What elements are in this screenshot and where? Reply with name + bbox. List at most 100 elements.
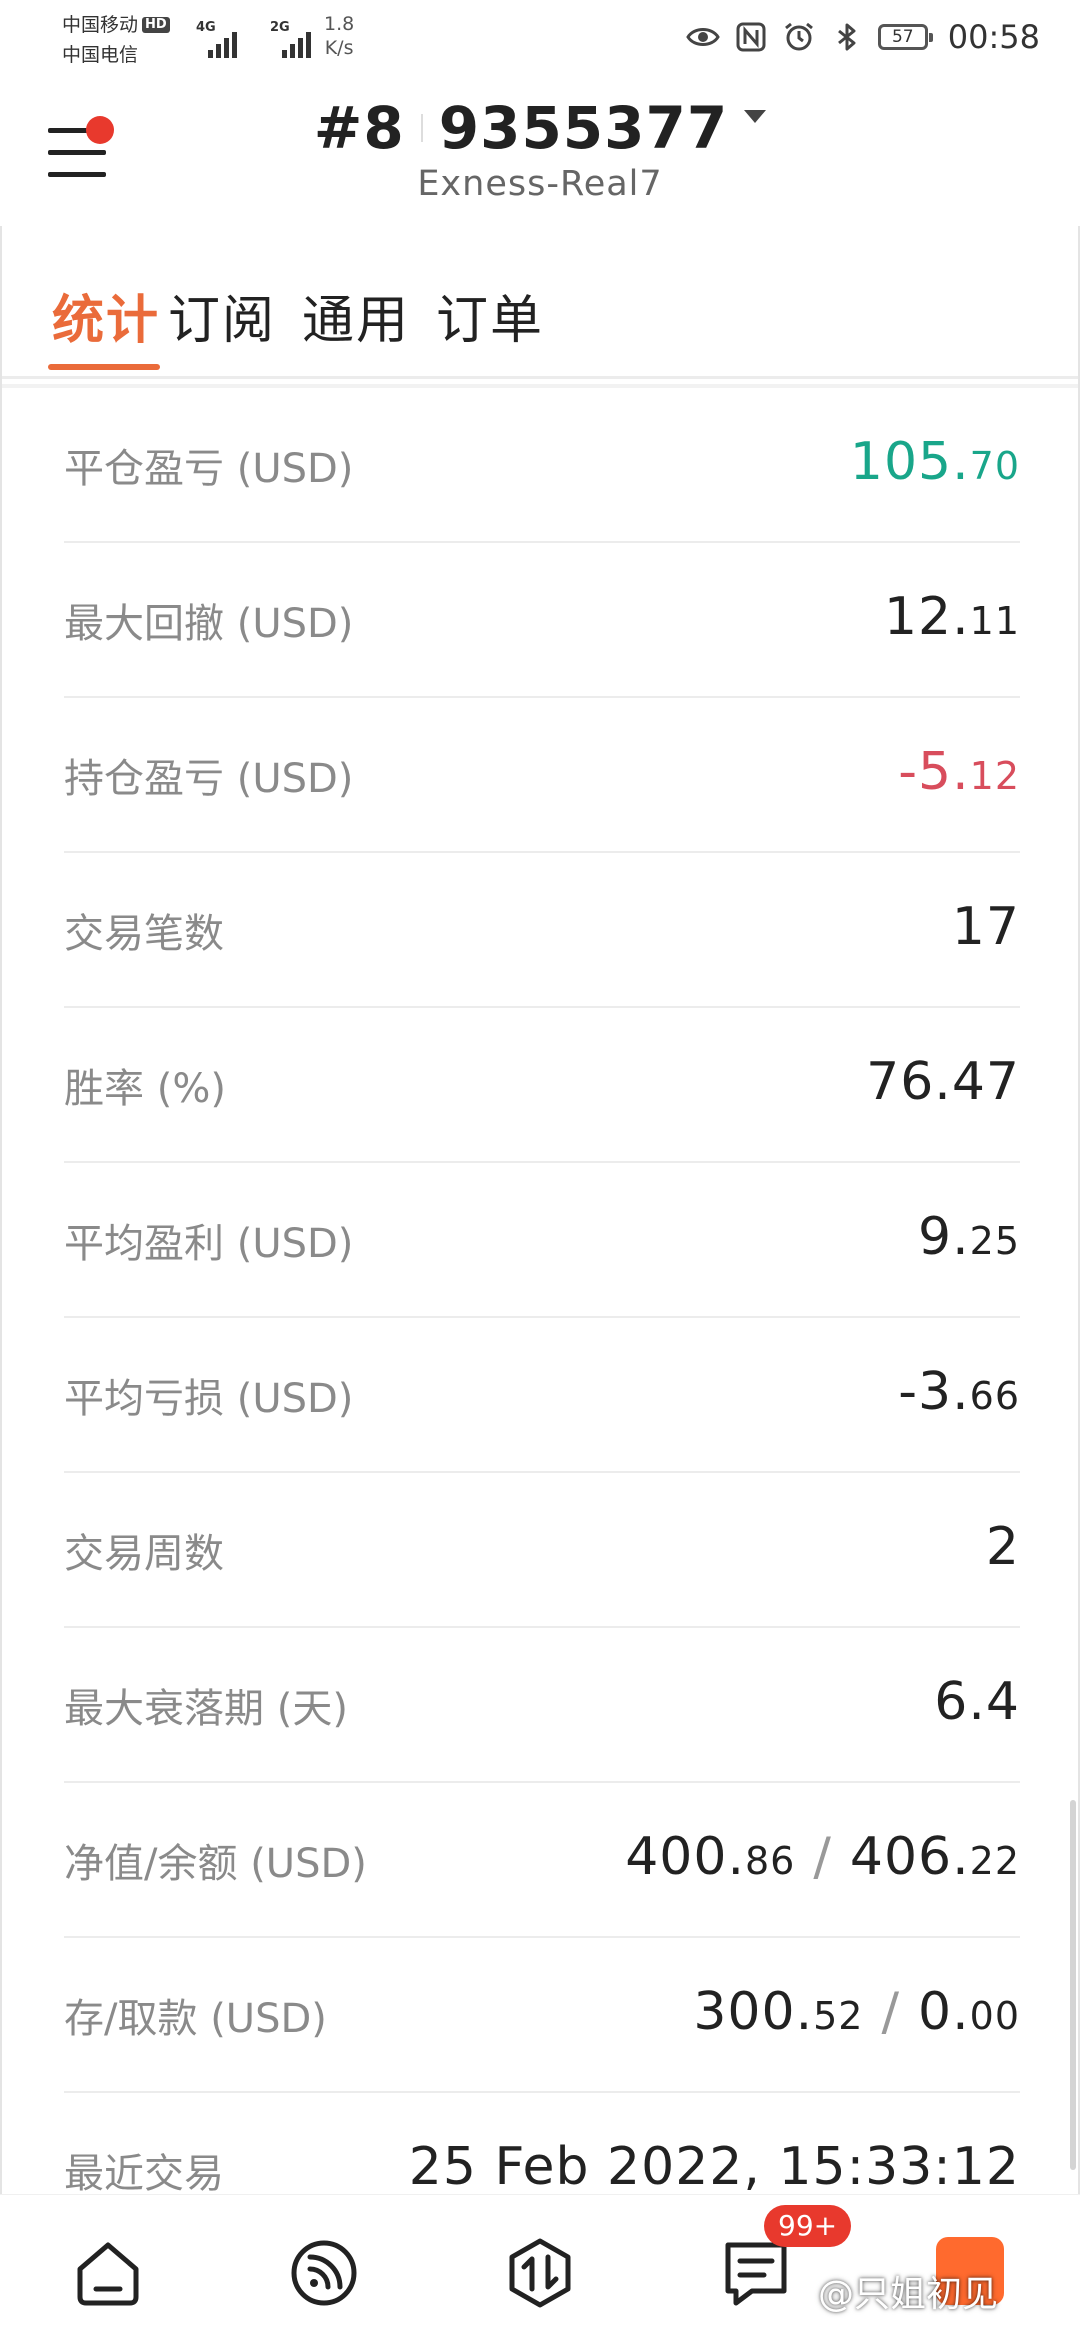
carrier-2: 中国电信: [62, 44, 139, 66]
stat-value-int: 105.: [849, 432, 970, 492]
stat-value-dec: 11: [969, 599, 1020, 643]
stat-value-dec: 25: [969, 1219, 1020, 1263]
withdrawal-dec: 00: [969, 1994, 1020, 2038]
account-divider: [420, 114, 423, 142]
stat-value: -5.12: [898, 742, 1020, 802]
stat-value: 2: [985, 1517, 1020, 1577]
signal-2-icon: 2G: [270, 18, 324, 58]
message-badge: 99+: [764, 2205, 852, 2247]
carrier-1: 中国移动: [62, 14, 139, 36]
stat-row-max-drawdown: 最大回撤 (USD) 12.11: [64, 543, 1020, 698]
watermark: @只姐初见: [818, 2274, 999, 2315]
signal-1-icon: 4G: [196, 18, 250, 58]
scrollbar[interactable]: [1070, 1800, 1076, 2170]
clock: 00:58: [947, 18, 1040, 56]
deposit-dec: 52: [813, 1994, 864, 2038]
account-prefix: #8: [313, 94, 405, 162]
stat-row-deposit-withdrawal: 存/取款 (USD) 300.52 / 0.00: [64, 1938, 1020, 2093]
network-speed-value: 1.8: [324, 13, 355, 35]
nav-trade[interactable]: [502, 2235, 578, 2311]
withdrawal-int: 0.: [918, 1982, 970, 2042]
balance-dec: 22: [969, 1839, 1020, 1883]
stat-label: 存/取款 (USD): [64, 1996, 327, 2042]
signal-indicators: 4G 2G: [196, 18, 324, 58]
tab-subscribe[interactable]: 订阅: [168, 278, 276, 353]
content-panel: 统计 订阅 通用 订单 平仓盈亏 (USD) 105.70 最大回撤 (USD)…: [0, 226, 1080, 2194]
tab-general[interactable]: 通用: [302, 278, 410, 353]
alarm-icon: [784, 22, 813, 51]
tab-orders[interactable]: 订单: [436, 278, 544, 353]
signal-icon: [291, 2240, 357, 2306]
battery-icon: 57: [877, 24, 933, 50]
account-selector[interactable]: #8 9355377 Exness-Real7: [0, 94, 1080, 204]
stat-value-int: -5.: [898, 742, 970, 802]
stat-value: 9.25: [918, 1207, 1020, 1267]
stat-row-equity-balance: 净值/余额 (USD) 400.86 / 406.22: [64, 1783, 1020, 1938]
stat-label: 持仓盈亏 (USD): [64, 756, 354, 802]
home-icon: [77, 2242, 139, 2306]
stat-value-int: -3.: [898, 1362, 970, 1422]
stat-label: 最大回撤 (USD): [64, 601, 354, 647]
stat-value-int: 9.: [918, 1207, 970, 1267]
carrier-info: 中国移动 HD 中国电信: [62, 10, 170, 70]
stat-value-dec: 70: [969, 444, 1020, 488]
stat-row-floating-pnl: 持仓盈亏 (USD) -5.12: [64, 698, 1020, 853]
equity-int: 400.: [625, 1827, 745, 1887]
account-id: 9355377: [438, 94, 729, 162]
stat-row-win-rate: 胜率 (%) 76.47: [64, 1008, 1020, 1163]
stat-label: 最近交易: [64, 2151, 224, 2194]
stat-row-last-trade: 最近交易 25 Feb 2022, 15:33:12: [64, 2093, 1020, 2194]
status-bar: 中国移动 HD 中国电信 4G 2G 1.8 K/s 57 00:58: [0, 0, 1080, 80]
trade-icon: [509, 2238, 571, 2308]
nfc-icon: [736, 22, 766, 52]
network-speed-unit: K/s: [324, 37, 354, 59]
stat-label: 最大衰落期 (天): [64, 1686, 348, 1732]
value-separator: /: [881, 1982, 901, 2042]
stat-value: 300.52 / 0.00: [693, 1982, 1020, 2042]
stat-value: 17: [951, 897, 1020, 957]
nav-signals[interactable]: [286, 2235, 362, 2311]
tab-bar: 统计 订阅 通用 订单: [2, 226, 1078, 379]
stat-label: 平均亏损 (USD): [64, 1376, 354, 1422]
nav-home[interactable]: [70, 2235, 146, 2311]
stat-value: -3.66: [898, 1362, 1020, 1422]
stat-value-int: 12.: [883, 587, 970, 647]
stat-value: 25 Feb 2022, 15:33:12: [408, 2137, 1020, 2194]
stat-row-closed-pnl: 平仓盈亏 (USD) 105.70: [64, 388, 1020, 543]
stat-label: 平均盈利 (USD): [64, 1221, 354, 1267]
caret-down-icon[interactable]: [744, 109, 767, 123]
eye-icon: [686, 28, 720, 46]
status-icons: 57 00:58: [686, 18, 1040, 56]
stat-value-dec: 66: [969, 1374, 1020, 1418]
stat-value: 6.4: [934, 1672, 1020, 1732]
stat-label: 净值/余额 (USD): [64, 1841, 367, 1887]
stat-label: 交易笔数: [64, 911, 224, 957]
hd-badge: HD: [142, 17, 170, 33]
stat-label: 平仓盈亏 (USD): [64, 446, 354, 492]
stat-row-trading-weeks: 交易周数 2: [64, 1473, 1020, 1628]
bottom-navigation: 99+ @只姐初见: [0, 2194, 1080, 2341]
stat-value: 12.11: [884, 587, 1020, 647]
value-separator: /: [813, 1827, 832, 1887]
stat-label: 交易周数: [64, 1531, 224, 1577]
equity-dec: 86: [744, 1839, 796, 1883]
active-tab-indicator: [48, 364, 160, 370]
stat-value-dec: 12: [969, 754, 1020, 798]
stat-row-max-decline-period: 最大衰落期 (天) 6.4: [64, 1628, 1020, 1783]
stat-row-avg-loss: 平均亏损 (USD) -3.66: [64, 1318, 1020, 1473]
stat-value: 76.47: [866, 1052, 1020, 1112]
network-speed: 1.8 K/s: [324, 12, 354, 60]
stat-value: 400.86 / 406.22: [625, 1827, 1020, 1887]
stat-label: 胜率 (%): [64, 1066, 226, 1112]
stat-row-trade-count: 交易笔数 17: [64, 853, 1020, 1008]
app-header: #8 9355377 Exness-Real7: [0, 80, 1080, 230]
account-number[interactable]: #8 9355377: [313, 94, 767, 162]
stat-row-avg-profit: 平均盈利 (USD) 9.25: [64, 1163, 1020, 1318]
stat-value: 105.70: [850, 432, 1020, 492]
deposit-int: 300.: [693, 1982, 814, 2042]
balance-int: 406.: [849, 1827, 970, 1887]
stats-list: 平仓盈亏 (USD) 105.70 最大回撤 (USD) 12.11 持仓盈亏 …: [64, 388, 1020, 2194]
bluetooth-icon: [837, 23, 856, 51]
server-name: Exness-Real7: [417, 164, 663, 204]
tab-statistics[interactable]: 统计: [52, 278, 160, 353]
